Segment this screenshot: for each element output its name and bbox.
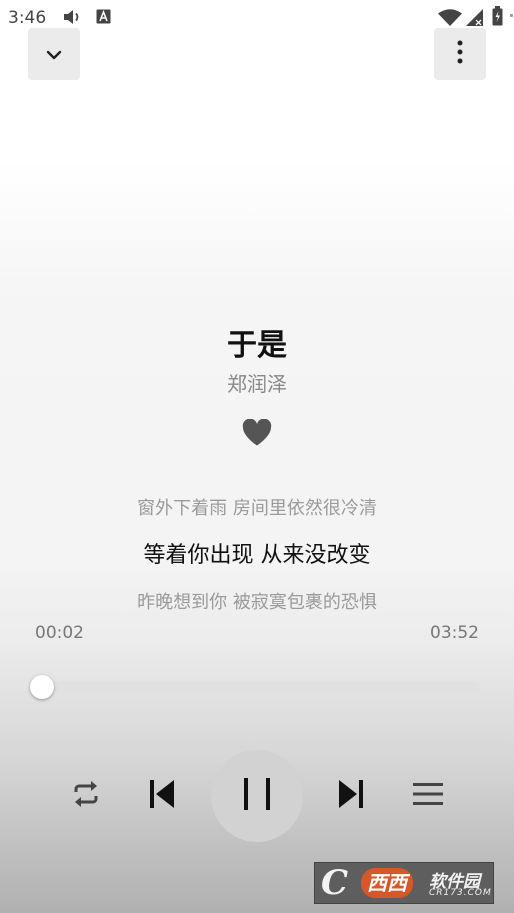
- pause-icon: [243, 777, 271, 815]
- playlist-button[interactable]: [408, 776, 448, 816]
- lyric-line-current: 等着你出现 从来没改变: [143, 543, 371, 568]
- repeat-icon: [70, 780, 102, 812]
- play-pause-button[interactable]: [211, 750, 303, 842]
- more-options-button[interactable]: [434, 28, 486, 80]
- battery-icon: [492, 6, 503, 30]
- signal-icon: [466, 9, 484, 30]
- volume-icon: [63, 9, 83, 29]
- chevron-down-icon: [46, 45, 62, 64]
- watermark-c-mark: C: [321, 863, 349, 903]
- lyric-line-previous: 窗外下着雨 房间里依然很冷清: [137, 498, 377, 519]
- watermark-domain: CR173.COM: [429, 888, 492, 898]
- wifi-icon: [438, 9, 462, 30]
- progress-bar[interactable]: [29, 675, 480, 699]
- repeat-button[interactable]: [66, 776, 106, 816]
- watermark-brand: 西西: [361, 868, 413, 898]
- watermark-logo: C 西西 软件园 CR173.COM: [314, 862, 494, 904]
- lyric-line-next: 昨晚想到你 被寂寞包裹的恐惧: [137, 592, 377, 613]
- collapse-button[interactable]: [28, 28, 80, 80]
- more-vertical-icon: [457, 40, 463, 68]
- song-title: 于是: [227, 328, 287, 363]
- edge-indicator: [510, 14, 513, 17]
- artist-name: 郑润泽: [227, 372, 287, 396]
- a-notification-icon: [96, 9, 111, 28]
- skip-previous-icon: [149, 779, 175, 813]
- next-track-button[interactable]: [331, 776, 371, 816]
- skip-next-icon: [338, 779, 364, 813]
- progress-thumb[interactable]: [29, 675, 54, 699]
- heart-icon: [242, 418, 272, 450]
- favorite-button[interactable]: [240, 418, 274, 450]
- current-time: 00:02: [35, 623, 84, 643]
- status-time: 3:46: [8, 8, 47, 28]
- total-time: 03:52: [430, 623, 479, 643]
- playlist-icon: [412, 781, 444, 811]
- previous-track-button[interactable]: [142, 776, 182, 816]
